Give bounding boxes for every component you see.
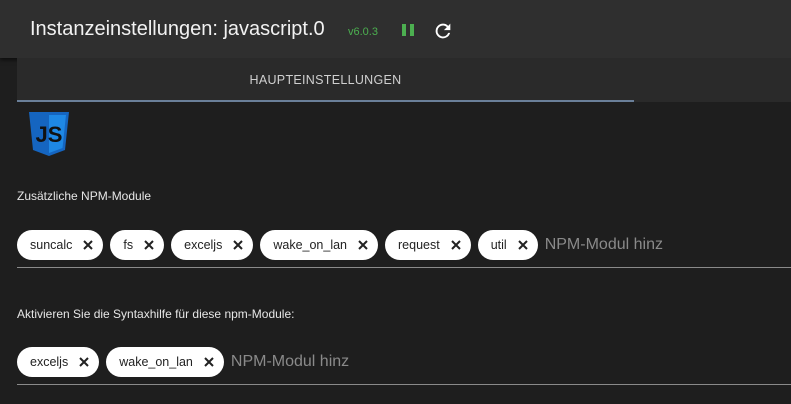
- close-icon[interactable]: [450, 239, 462, 251]
- tab-bar: HAUPTEINSTELLUNGEN: [17, 58, 791, 102]
- chip-label: wake_on_lan: [119, 355, 193, 369]
- reload-button[interactable]: [432, 20, 454, 42]
- javascript-shield-icon: JS: [29, 112, 69, 156]
- chip-label: exceljs: [30, 355, 69, 369]
- close-icon[interactable]: [232, 239, 244, 251]
- tab-main-settings[interactable]: HAUPTEINSTELLUNGEN: [17, 58, 634, 102]
- chip-label: util: [490, 238, 507, 252]
- close-icon[interactable]: [82, 239, 94, 251]
- npm-modules-label: Zusätzliche NPM-Module: [17, 189, 152, 203]
- page-title: Instanzeinstellungen: javascript.0: [30, 18, 325, 40]
- syntax-help-input[interactable]: [230, 353, 431, 371]
- reload-icon: [435, 23, 451, 39]
- close-icon[interactable]: [143, 239, 155, 251]
- chip-wake-on-lan[interactable]: wake_on_lan: [106, 347, 224, 377]
- chip-label: wake_on_lan: [273, 238, 348, 252]
- chip-fs[interactable]: fs: [110, 230, 165, 260]
- syntax-help-chip-row: exceljs wake_on_lan: [17, 346, 431, 378]
- npm-modules-chip-row: suncalc fs exceljs wake_on_lan request u…: [17, 229, 667, 261]
- chip-label: request: [398, 238, 440, 252]
- chip-suncalc[interactable]: suncalc: [17, 230, 104, 260]
- pause-button[interactable]: [400, 21, 416, 39]
- syntax-help-underline: [17, 384, 791, 385]
- syntax-help-label: Aktivieren Sie die Syntaxhilfe für diese…: [17, 307, 295, 321]
- npm-module-input[interactable]: [544, 236, 667, 254]
- chip-request[interactable]: request: [385, 230, 471, 260]
- version-label: v6.0.3: [348, 26, 378, 38]
- chip-label: suncalc: [30, 238, 73, 252]
- chip-label: fs: [123, 238, 134, 252]
- pause-icon: [402, 24, 414, 36]
- chip-exceljs[interactable]: exceljs: [171, 230, 254, 260]
- close-icon[interactable]: [517, 239, 529, 251]
- chip-label: exceljs: [184, 238, 223, 252]
- active-tab-indicator: [17, 100, 634, 102]
- javascript-logo: JS: [27, 110, 71, 158]
- npm-modules-underline: [17, 267, 791, 268]
- close-icon[interactable]: [203, 356, 215, 368]
- close-icon[interactable]: [78, 356, 90, 368]
- chip-exceljs[interactable]: exceljs: [17, 347, 100, 377]
- app-header: Instanzeinstellungen: javascript.0 v6.0.…: [0, 0, 791, 58]
- chip-wake-on-lan[interactable]: wake_on_lan: [260, 230, 379, 260]
- logo-text: JS: [36, 122, 63, 147]
- chip-util[interactable]: util: [477, 230, 538, 260]
- close-icon[interactable]: [357, 239, 369, 251]
